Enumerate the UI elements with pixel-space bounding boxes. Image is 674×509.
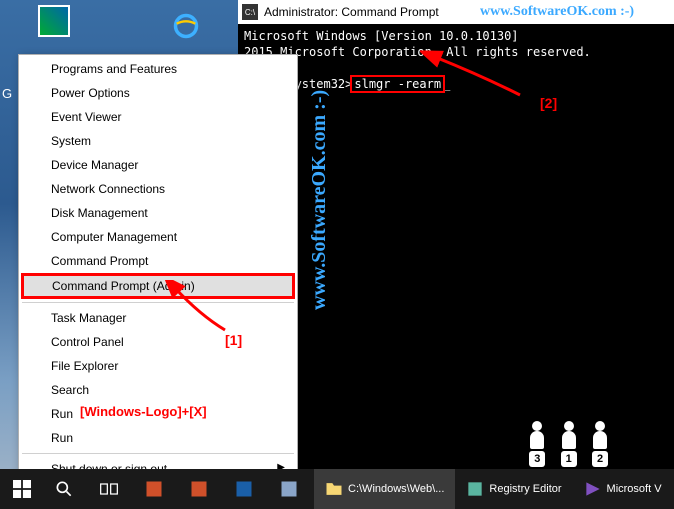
menu-item-command-prompt[interactable]: Command Prompt bbox=[21, 249, 295, 273]
watermark-top: www.SoftwareOK.com :-) bbox=[480, 4, 634, 20]
person-num-2: 1 bbox=[561, 451, 577, 467]
menu-item-power-options[interactable]: Power Options bbox=[21, 81, 295, 105]
taskbar: C:\Windows\Web\... Registry Editor Micro… bbox=[0, 469, 674, 509]
annotation-hotkey: [Windows-Logo]+[X] bbox=[80, 404, 207, 419]
taskbar-pinned-4[interactable] bbox=[269, 469, 314, 509]
menu-item-file-explorer[interactable]: File Explorer bbox=[21, 354, 295, 378]
annotation-marker-1: [1] bbox=[225, 332, 242, 348]
taskbar-pinned-3[interactable] bbox=[224, 469, 269, 509]
desktop-icon-ie[interactable] bbox=[162, 10, 210, 44]
taskbar-explorer[interactable]: C:\Windows\Web\... bbox=[314, 469, 455, 509]
taskbar-pinned-1[interactable] bbox=[134, 469, 179, 509]
menu-item-device-manager[interactable]: Device Manager bbox=[21, 153, 295, 177]
menu-item-event-viewer[interactable]: Event Viewer bbox=[21, 105, 295, 129]
annotation-marker-2: [2] bbox=[540, 95, 557, 111]
people-figures: 3 1 2 bbox=[523, 431, 614, 467]
menu-item-search[interactable]: Search bbox=[21, 378, 295, 402]
taskbar-regedit-label: Registry Editor bbox=[489, 483, 561, 495]
winx-context-menu: Programs and FeaturesPower OptionsEvent … bbox=[18, 54, 298, 508]
arrow-to-command bbox=[420, 45, 540, 115]
taskbar-vs-label: Microsoft V bbox=[607, 483, 662, 495]
taskbar-vs[interactable]: Microsoft V bbox=[573, 469, 673, 509]
arrow-to-menu-item bbox=[160, 280, 240, 340]
start-button[interactable] bbox=[0, 469, 44, 509]
menu-item-run[interactable]: Run bbox=[21, 426, 295, 450]
menu-item-computer-management[interactable]: Computer Management bbox=[21, 225, 295, 249]
desktop-icon-app[interactable] bbox=[30, 5, 78, 39]
menu-separator bbox=[22, 302, 294, 303]
cmd-icon: C:\ bbox=[242, 4, 258, 20]
menu-item-disk-management[interactable]: Disk Management bbox=[21, 201, 295, 225]
person-num-1: 3 bbox=[529, 451, 545, 467]
taskbar-taskview-icon[interactable] bbox=[89, 469, 134, 509]
person-num-3: 2 bbox=[592, 451, 608, 467]
menu-item-system[interactable]: System bbox=[21, 129, 295, 153]
menu-item-command-prompt-admin-[interactable]: Command Prompt (Admin) bbox=[21, 273, 295, 299]
watermark-vertical: www.SoftwareOK.com :-) bbox=[308, 90, 331, 310]
cmd-line-version: Microsoft Windows [Version 10.0.10130] bbox=[244, 28, 668, 44]
taskbar-search-icon[interactable] bbox=[44, 469, 89, 509]
menu-item-task-manager[interactable]: Task Manager bbox=[21, 306, 295, 330]
cmd-title-text: Administrator: Command Prompt bbox=[264, 5, 439, 19]
taskbar-regedit[interactable]: Registry Editor bbox=[455, 469, 572, 509]
menu-item-programs-and-features[interactable]: Programs and Features bbox=[21, 57, 295, 81]
menu-separator bbox=[22, 453, 294, 454]
taskbar-explorer-label: C:\Windows\Web\... bbox=[348, 483, 444, 495]
taskbar-pinned-2[interactable] bbox=[179, 469, 224, 509]
menu-item-network-connections[interactable]: Network Connections bbox=[21, 177, 295, 201]
desktop-label-partial: G bbox=[2, 86, 12, 101]
menu-item-control-panel[interactable]: Control Panel bbox=[21, 330, 295, 354]
